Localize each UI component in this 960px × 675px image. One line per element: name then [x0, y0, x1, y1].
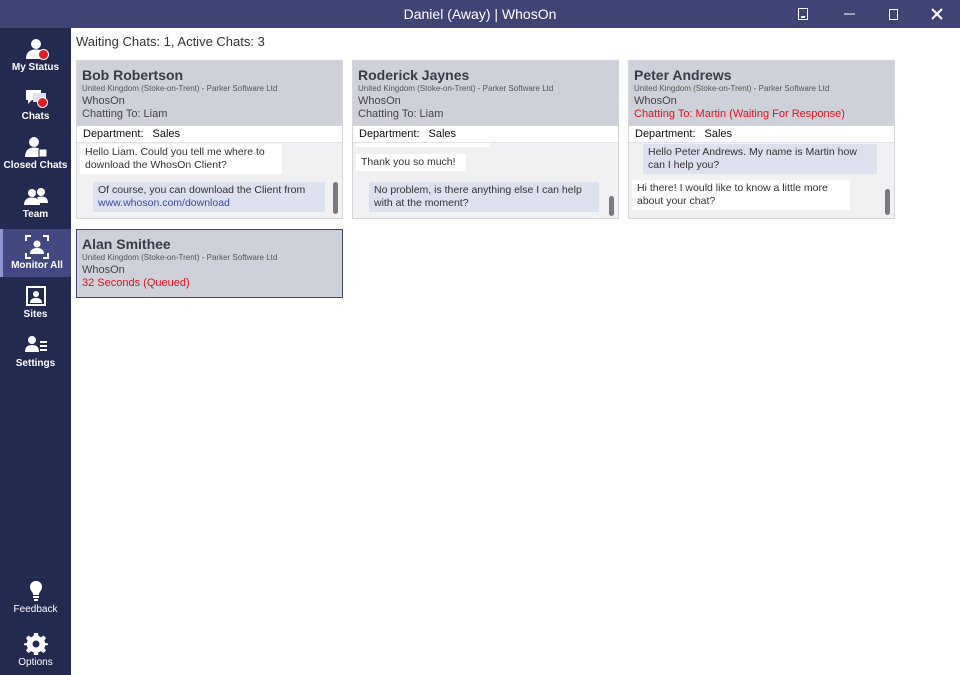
operator-message: Of course, you can download the Client f…: [93, 182, 325, 212]
chat-card-bob-robertson[interactable]: Bob Robertson United Kingdom (Stoke-on-T…: [76, 60, 343, 219]
visitor-location: United Kingdom (Stoke-on-Trent) - Parker…: [82, 84, 278, 93]
sidebar-item-sites[interactable]: Sites: [0, 278, 71, 326]
sidebar-item-label: Feedback: [13, 604, 58, 615]
minimize-icon: [843, 13, 855, 15]
sidebar-item-label: Options: [18, 657, 53, 668]
department-label: Department:: [83, 128, 144, 140]
operator-message: Hello Peter Andrews. My name is Martin h…: [643, 144, 877, 174]
compact-overlay-button[interactable]: [780, 0, 826, 28]
sidebar-item-label: Settings: [15, 358, 56, 369]
transcript-scrollbar[interactable]: [885, 189, 890, 215]
department-label: Department:: [359, 128, 420, 140]
visitor-message: Hi there! I would like to know a little …: [632, 180, 850, 210]
department-label: Department:: [635, 128, 696, 140]
chat-status: Chatting To: Martin (Waiting For Respons…: [634, 108, 845, 120]
sidebar-item-my-status[interactable]: My Status: [0, 31, 71, 79]
site-name: WhosOn: [82, 264, 125, 276]
department-row: Department: Sales: [77, 126, 342, 143]
chat-card-header: Roderick Jaynes United Kingdom (Stoke-on…: [353, 61, 618, 126]
visitor-location: United Kingdom (Stoke-on-Trent) - Parker…: [634, 84, 830, 93]
sidebar-item-feedback[interactable]: Feedback: [0, 573, 71, 621]
operator-message: No problem, is there anything else I can…: [369, 182, 599, 212]
department-row: Department: Sales: [353, 126, 618, 143]
department-value: Sales: [152, 128, 181, 140]
sidebar-item-settings[interactable]: Settings: [0, 327, 71, 375]
message-text: Of course, you can download the Client f…: [98, 184, 306, 196]
chat-bubbles-icon: [24, 86, 48, 110]
sidebar-item-label: Chats: [21, 111, 50, 122]
title-bar: Daniel (Away) | WhosOn: [0, 0, 960, 28]
department-value: Sales: [704, 128, 733, 140]
visitor-name: Alan Smithee: [82, 236, 171, 252]
minimize-button[interactable]: [826, 0, 872, 28]
sidebar-item-team[interactable]: Team: [0, 178, 71, 226]
sidebar-item-closed-chats[interactable]: Closed Chats: [0, 129, 71, 177]
chat-card-header: Bob Robertson United Kingdom (Stoke-on-T…: [77, 61, 342, 126]
close-icon: [931, 8, 943, 20]
visitor-name: Bob Robertson: [82, 67, 184, 83]
site-name: WhosOn: [358, 95, 401, 107]
visitor-location: United Kingdom (Stoke-on-Trent) - Parker…: [358, 84, 554, 93]
chat-card-alan-smithee[interactable]: Alan Smithee United Kingdom (Stoke-on-Tr…: [76, 229, 343, 298]
sidebar-item-label: Team: [22, 209, 49, 220]
download-link[interactable]: www.whoson.com/download: [98, 197, 230, 209]
site-name: WhosOn: [634, 95, 677, 107]
maximize-icon: [888, 8, 898, 20]
closed-chats-icon: [24, 135, 48, 159]
chat-card-roderick-jaynes[interactable]: Roderick Jaynes United Kingdom (Stoke-on…: [352, 60, 619, 219]
chat-summary: Waiting Chats: 1, Active Chats: 3: [76, 34, 265, 49]
compact-overlay-icon: [798, 8, 808, 20]
sidebar-item-monitor-all[interactable]: Monitor All: [0, 229, 71, 277]
sidebar-item-label: Closed Chats: [3, 160, 68, 171]
visitor-message: Thank you so much!: [356, 154, 466, 171]
maximize-button[interactable]: [870, 0, 916, 28]
sites-icon: [24, 284, 48, 308]
visitor-location: United Kingdom (Stoke-on-Trent) - Parker…: [82, 253, 278, 262]
sidebar-item-chats[interactable]: Chats: [0, 80, 71, 128]
chat-status: Chatting To: Liam: [82, 108, 168, 120]
close-button[interactable]: [914, 0, 960, 28]
transcript-scrollbar[interactable]: [609, 196, 614, 216]
chat-card-peter-andrews[interactable]: Peter Andrews United Kingdom (Stoke-on-T…: [628, 60, 895, 219]
chat-card-header: Alan Smithee United Kingdom (Stoke-on-Tr…: [77, 230, 342, 297]
sidebar-item-label: Sites: [23, 309, 48, 320]
user-status-icon: [24, 37, 49, 61]
department-row: Department: Sales: [629, 126, 894, 143]
site-name: WhosOn: [82, 95, 125, 107]
sidebar-item-label: My Status: [11, 62, 60, 73]
visitor-name: Roderick Jaynes: [358, 67, 470, 83]
monitor-all-panel: Waiting Chats: 1, Active Chats: 3 Bob Ro…: [71, 28, 960, 675]
sidebar-item-options[interactable]: Options: [0, 626, 71, 674]
visitor-message: Hello Liam. Could you tell me where to d…: [80, 144, 282, 174]
chat-transcript[interactable]: Thank you so much! No problem, is there …: [353, 143, 618, 218]
chat-transcript[interactable]: Hello Peter Andrews. My name is Martin h…: [629, 143, 894, 218]
queue-status: 32 Seconds (Queued): [82, 277, 190, 289]
chat-status: Chatting To: Liam: [358, 108, 444, 120]
chat-card-header: Peter Andrews United Kingdom (Stoke-on-T…: [629, 61, 894, 126]
sidebar-item-label: Monitor All: [11, 260, 63, 271]
lightbulb-icon: [24, 579, 48, 603]
chat-transcript[interactable]: Hello Liam. Could you tell me where to d…: [77, 143, 342, 218]
department-value: Sales: [428, 128, 457, 140]
monitor-all-icon: [25, 235, 49, 259]
transcript-scrollbar[interactable]: [333, 182, 338, 214]
visitor-name: Peter Andrews: [634, 67, 732, 83]
team-icon: [23, 184, 48, 208]
gear-icon: [23, 632, 48, 656]
settings-user-icon: [24, 333, 48, 357]
sidebar: My Status Chats Closed Chats Team Monito…: [0, 28, 71, 675]
previous-message-fragment: [356, 143, 490, 147]
